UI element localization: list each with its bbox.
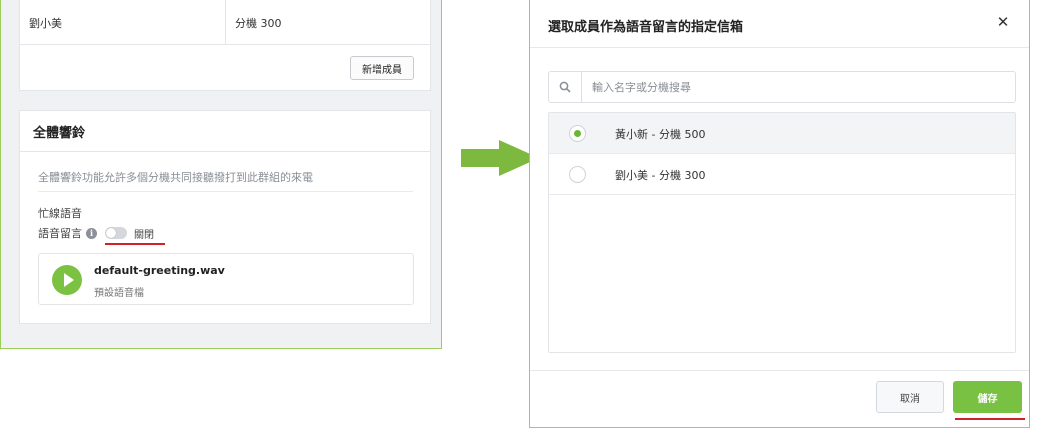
audio-subtitle: 預設語音檔 (94, 288, 144, 299)
divider (38, 191, 413, 192)
play-icon[interactable] (52, 265, 82, 295)
add-member-button[interactable]: 新增成員 (350, 56, 414, 80)
modal-header: 選取成員作為語音留言的指定信箱 ✕ (530, 0, 1029, 48)
highlight-underline (105, 243, 165, 245)
save-button[interactable]: 儲存 (953, 381, 1022, 413)
ring-group-settings-panel: 劉小美 分機 300 新增成員 全體響鈴 全體響鈴功能允許多個分機共同接聽撥打到… (0, 0, 442, 349)
member-option-list: 黃小新 - 分機 500 劉小美 - 分機 300 (548, 112, 1016, 353)
voicemail-row: 語音留言 i 關閉 (38, 225, 154, 241)
highlight-underline (955, 418, 1025, 420)
table-row: 劉小美 分機 300 (20, 0, 430, 45)
info-icon[interactable]: i (86, 227, 97, 239)
member-extension: 分機 300 (235, 16, 282, 30)
close-icon[interactable]: ✕ (995, 14, 1011, 30)
modal-title: 選取成員作為語音留言的指定信箱 (548, 20, 744, 35)
toggle-knob (106, 228, 116, 238)
cancel-button[interactable]: 取消 (876, 381, 944, 413)
select-member-modal: 選取成員作為語音留言的指定信箱 ✕ 黃小新 - 分機 500 劉小美 - 分機 … (529, 0, 1030, 428)
modal-footer: 取消 儲存 (530, 370, 1029, 428)
list-item[interactable]: 黃小新 - 分機 500 (549, 113, 1015, 154)
voicemail-label: 語音留言 (38, 227, 82, 240)
audio-file-card: default-greeting.wav 預設語音檔 (38, 253, 414, 305)
member-name: 劉小美 (20, 0, 226, 45)
option-label: 黃小新 - 分機 500 (615, 128, 706, 141)
radio-unselected[interactable] (569, 166, 586, 183)
option-label: 劉小美 - 分機 300 (615, 169, 706, 182)
audio-filename: default-greeting.wav (94, 264, 225, 277)
section-description: 全體響鈴功能允許多個分機共同接聽撥打到此群組的來電 (38, 171, 313, 184)
search-input[interactable] (582, 72, 1015, 102)
voicemail-state: 關閉 (134, 229, 154, 241)
search-box (548, 71, 1016, 103)
members-card: 劉小美 分機 300 新增成員 (19, 0, 431, 91)
busy-voice-label: 忙線語音 (38, 207, 82, 220)
voicemail-toggle[interactable] (105, 227, 127, 239)
ring-group-card: 全體響鈴 全體響鈴功能允許多個分機共同接聽撥打到此群組的來電 忙線語音 語音留言… (19, 110, 431, 324)
radio-selected[interactable] (569, 125, 586, 142)
list-item[interactable]: 劉小美 - 分機 300 (549, 154, 1015, 195)
section-title: 全體響鈴 (20, 111, 430, 152)
search-icon (549, 72, 582, 102)
